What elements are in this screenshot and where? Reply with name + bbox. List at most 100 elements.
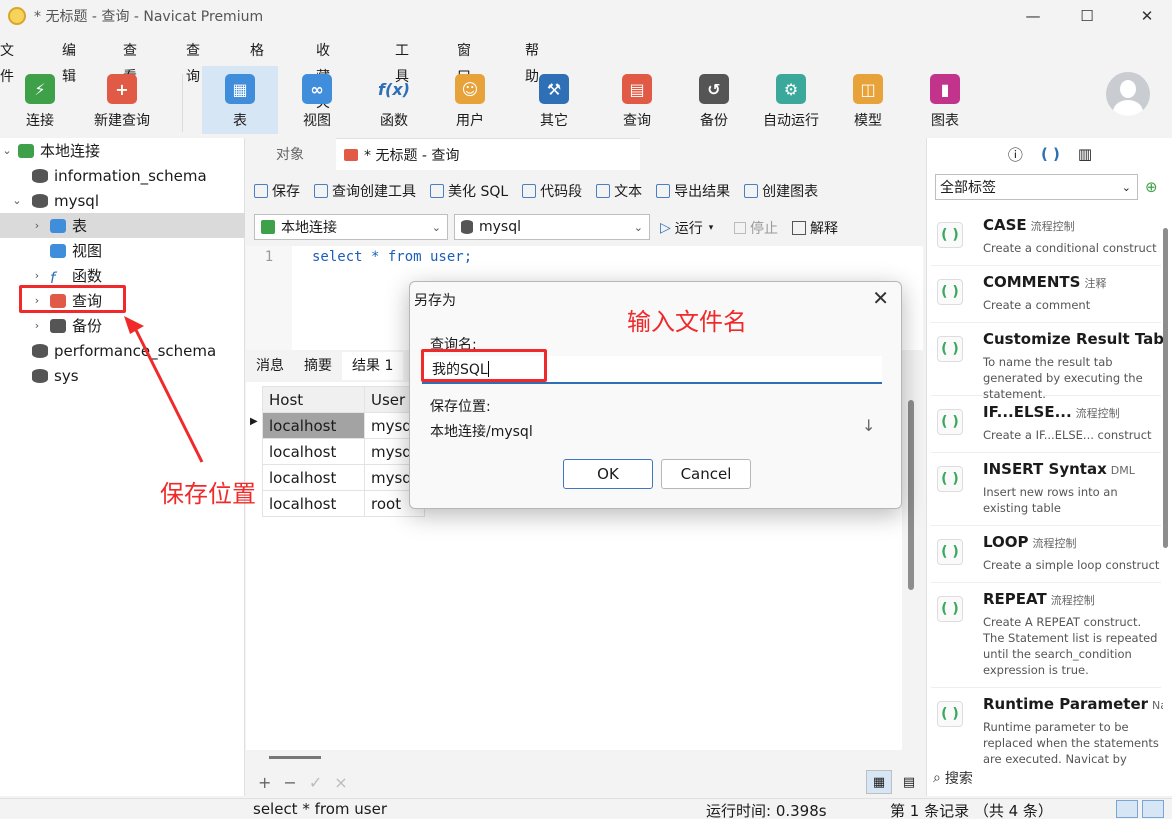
grid-view-button[interactable]: ▦	[866, 770, 892, 794]
snippet-icon: ( )	[937, 596, 963, 622]
run-button[interactable]: ▷ 运行 ▾	[660, 218, 713, 238]
delete-row-button[interactable]: −	[283, 773, 296, 792]
backup-button[interactable]: ↺ 备份	[676, 66, 752, 134]
grid-horizontal-scrollbar[interactable]	[269, 756, 321, 759]
minimize-button[interactable]: —	[1010, 0, 1056, 32]
snippet-search[interactable]: ⌕ 搜索	[933, 766, 1167, 790]
cancel-button[interactable]: Cancel	[661, 459, 751, 489]
snippet-item[interactable]: ( ) IF...ELSE... 流程控制 Create a IF...ELSE.…	[931, 397, 1161, 453]
function-button[interactable]: f(x) 函数	[356, 66, 432, 134]
maximize-button[interactable]: ☐	[1064, 0, 1110, 32]
beautify-sql-button[interactable]: 美化 SQL	[430, 181, 508, 201]
ok-button[interactable]: OK	[563, 459, 653, 489]
dialog-close-button[interactable]: ✕	[872, 286, 889, 310]
user-button[interactable]: ☺ 用户	[432, 66, 508, 134]
tree-item-views[interactable]: 视图	[0, 238, 245, 263]
query-builder-label: 查询创建工具	[332, 184, 416, 200]
panel-toggle-left-icon[interactable]	[1116, 800, 1138, 818]
snippet-scrollbar[interactable]	[1163, 228, 1168, 548]
query-builder-button[interactable]: 查询创建工具	[314, 181, 416, 201]
tab-result-1[interactable]: 结果 1	[342, 352, 404, 380]
close-button[interactable]: ✕	[1124, 0, 1170, 32]
snippet-item[interactable]: ( ) CASE 流程控制 Create a conditional constr…	[931, 210, 1161, 266]
snippet-item[interactable]: ( ) Customize Result Tab N To name the r…	[931, 324, 1163, 401]
snippet-filter-select[interactable]: 全部标签 ⌄	[935, 174, 1138, 200]
column-header-host[interactable]: Host	[262, 386, 365, 413]
panel-layout-icon[interactable]: ▥	[1078, 145, 1092, 163]
database-select[interactable]: mysql ⌄	[454, 214, 650, 240]
user-avatar[interactable]	[1106, 72, 1150, 116]
table-cell[interactable]: localhost	[262, 438, 365, 465]
apply-changes-button[interactable]: ✓	[309, 773, 322, 792]
snippet-item[interactable]: ( ) Runtime ParameterNav Runtime paramet…	[931, 689, 1163, 768]
chevron-right-icon[interactable]: ›	[30, 319, 44, 332]
snippet-item[interactable]: ( ) LOOP 流程控制 Create a simple loop constr…	[931, 527, 1161, 583]
tree-item-sys[interactable]: sys	[0, 363, 245, 388]
discard-changes-button[interactable]: ×	[334, 773, 347, 792]
automation-button[interactable]: ⚙ 自动运行	[753, 66, 829, 134]
chevron-down-icon: ⌄	[1121, 180, 1131, 194]
connection-select[interactable]: 本地连接 ⌄	[254, 214, 448, 240]
table-button[interactable]: ▦ 表	[202, 66, 278, 134]
create-chart-button[interactable]: 创建图表	[744, 181, 818, 201]
snippet-item[interactable]: ( ) REPEAT 流程控制 Create A REPEAT construct…	[931, 584, 1161, 688]
chevron-down-icon[interactable]: ▾	[709, 223, 714, 233]
sql-code[interactable]: select * from user;	[312, 249, 472, 265]
backup-icon: ↺	[699, 74, 729, 104]
tree-item-information-schema[interactable]: information_schema	[0, 163, 245, 188]
model-button[interactable]: ◫ 模型	[830, 66, 906, 134]
query-button[interactable]: ▤ 查询	[599, 66, 675, 134]
tree-item-local-connection[interactable]: ⌄ 本地连接	[0, 138, 245, 163]
add-row-button[interactable]: +	[258, 773, 271, 792]
code-snippet-button[interactable]: 代码段	[522, 181, 582, 201]
view-button[interactable]: ∞ 视图	[279, 66, 355, 134]
snippet-description: Runtime parameter to be replaced when th…	[983, 720, 1159, 766]
chevron-down-icon[interactable]: ⌄	[10, 194, 24, 207]
tree-item-tables[interactable]: › 表	[0, 213, 245, 238]
tree-item-performance-schema[interactable]: performance_schema	[0, 338, 245, 363]
chevron-down-icon[interactable]: ⌄	[0, 144, 14, 157]
table-row[interactable]: localhost mysq	[262, 464, 425, 491]
text-button[interactable]: 文本	[596, 181, 642, 201]
table-row[interactable]: localhost root	[262, 490, 425, 517]
save-button[interactable]: 保存	[254, 181, 300, 201]
table-cell[interactable]: localhost	[262, 464, 365, 491]
tree-item-mysql[interactable]: ⌄ mysql	[0, 188, 245, 213]
snippet-icon: ( )	[937, 466, 963, 492]
other-button[interactable]: ⚒ 其它	[516, 66, 592, 134]
chevron-right-icon[interactable]: ›	[30, 219, 44, 232]
window-title: * 无标题 - 查询 - Navicat Premium	[34, 9, 264, 25]
form-view-button[interactable]: ▤	[896, 770, 922, 794]
export-result-button[interactable]: 导出结果	[656, 181, 730, 201]
document-tabs: 对象 * 无标题 - 查询	[246, 138, 923, 170]
grid-vertical-scrollbar[interactable]	[908, 400, 914, 590]
table-row[interactable]: localhost mysq	[262, 438, 425, 465]
connect-button[interactable]: ⚡ 连接	[2, 66, 78, 134]
export-icon	[656, 184, 671, 198]
arrow-down-icon[interactable]: ↓	[862, 416, 875, 435]
snippet-brackets-icon[interactable]: ( )	[1041, 145, 1060, 163]
tab-messages[interactable]: 消息	[246, 352, 294, 380]
snippet-item[interactable]: ( ) COMMENTS 注释 Create a comment	[931, 267, 1161, 323]
panel-switcher: ⓘ ( ) ▥	[927, 138, 1172, 170]
chevron-right-icon[interactable]: ›	[30, 269, 44, 282]
tree-item-backups[interactable]: › 备份	[0, 313, 245, 338]
explain-button[interactable]: 解释	[792, 218, 838, 238]
tab-objects[interactable]: 对象	[268, 138, 312, 170]
panel-toggle-right-icon[interactable]	[1142, 800, 1164, 818]
table-cell[interactable]: localhost	[262, 490, 365, 517]
table-cell[interactable]: localhost	[262, 412, 365, 439]
tree-label: 视图	[72, 242, 103, 260]
query-builder-icon	[314, 184, 328, 198]
chart-button[interactable]: ▮ 图表	[907, 66, 983, 134]
tab-query[interactable]: * 无标题 - 查询	[336, 138, 640, 170]
avatar-body-icon	[1113, 100, 1143, 116]
info-icon[interactable]: ⓘ	[1008, 144, 1023, 165]
add-snippet-icon[interactable]: ⊕	[1145, 178, 1158, 196]
tree-label: sys	[54, 366, 79, 385]
tab-summary[interactable]: 摘要	[294, 352, 342, 380]
stop-button[interactable]: 停止	[734, 218, 778, 238]
new-query-button[interactable]: + 新建查询	[84, 66, 160, 134]
table-row[interactable]: localhost mysq	[262, 412, 425, 439]
snippet-item[interactable]: ( ) INSERT Syntax DML Insert new rows int…	[931, 454, 1161, 526]
